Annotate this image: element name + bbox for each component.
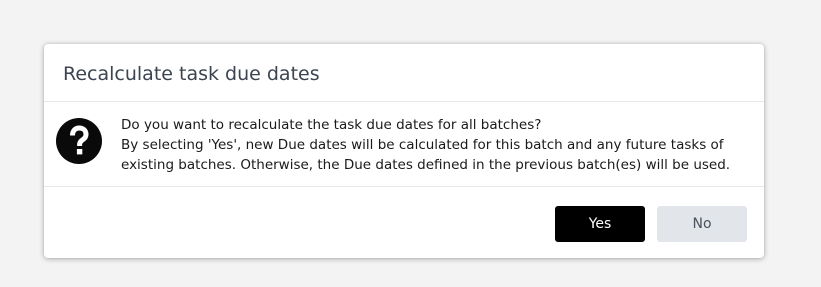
dialog-header: Recalculate task due dates <box>44 44 764 102</box>
message-line: existing batches. Otherwise, the Due dat… <box>121 157 731 173</box>
recalculate-dialog: Recalculate task due dates Do you want t… <box>44 44 764 258</box>
dialog-body: Do you want to recalculate the task due … <box>44 102 764 187</box>
dialog-title: Recalculate task due dates <box>63 63 320 85</box>
dialog-footer: Yes No <box>44 187 764 258</box>
no-button[interactable]: No <box>657 206 747 242</box>
message-line: Do you want to recalculate the task due … <box>121 117 542 133</box>
message-line: By selecting 'Yes', new Due dates will b… <box>121 137 724 153</box>
yes-button[interactable]: Yes <box>555 206 645 242</box>
question-circle-icon <box>56 118 102 164</box>
dialog-message: Do you want to recalculate the task due … <box>121 115 730 175</box>
